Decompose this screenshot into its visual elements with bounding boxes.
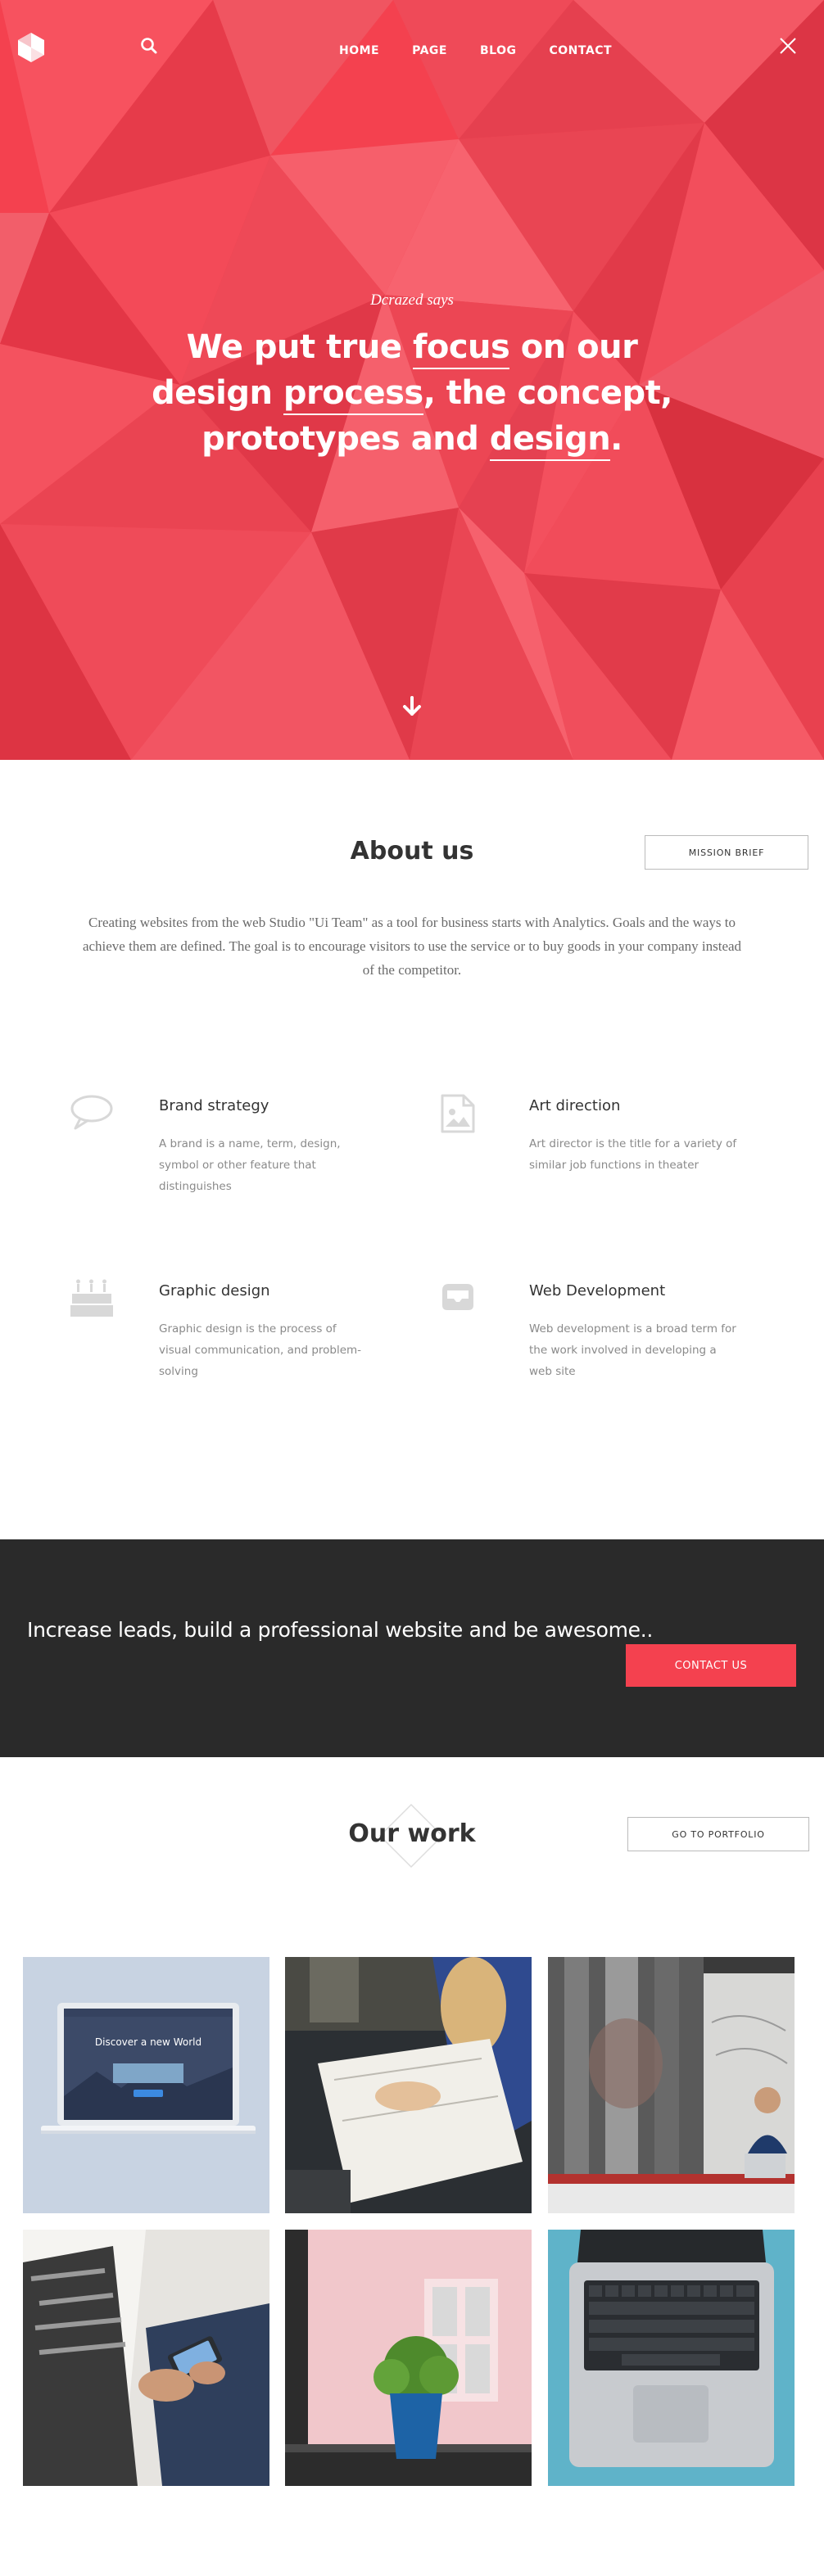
close-icon[interactable]	[778, 36, 798, 56]
about-text: Creating websites from the web Studio "U…	[82, 915, 742, 978]
go-to-portfolio-button[interactable]: GO TO PORTFOLIO	[627, 1817, 809, 1851]
service-text: A brand is a name, term, design, symbol …	[159, 1137, 341, 1193]
inbox-tray-icon	[441, 1279, 487, 1318]
portfolio-item-office-whiteboard[interactable]	[548, 1957, 795, 2213]
main-nav: HOME PAGE BLOG CONTACT	[339, 44, 645, 57]
service-title: Art direction	[529, 1097, 621, 1114]
contact-us-button[interactable]: CONTACT US	[626, 1644, 796, 1687]
arrow-down-icon[interactable]	[400, 694, 424, 719]
hero-headline: We put true focus on our design process,…	[123, 324, 701, 462]
cta-banner: Increase leads, build a professional web…	[0, 1539, 824, 1757]
cta-text: Increase leads, build a professional web…	[27, 1618, 654, 1642]
image-file-icon	[441, 1094, 487, 1133]
headline-focus-link: focus	[412, 328, 510, 369]
search-icon[interactable]	[139, 36, 159, 56]
portfolio-item-notebook-writing[interactable]	[285, 1957, 532, 2213]
mission-brief-button[interactable]: MISSION BRIEF	[645, 835, 808, 870]
speech-bubble-icon	[70, 1094, 116, 1133]
nav-page[interactable]: PAGE	[412, 44, 447, 57]
hero-section: HOME PAGE BLOG CONTACT Dcrazed says We p…	[0, 0, 824, 760]
service-text: Graphic design is the process of visual …	[159, 1322, 362, 1378]
portfolio-item-laptop-topview[interactable]	[548, 2230, 795, 2486]
headline-design-link: design	[489, 420, 611, 461]
service-title: Brand strategy	[159, 1097, 269, 1114]
mockup-title: Discover a new World	[95, 2036, 201, 2048]
portfolio-item-laptop-mockup[interactable]: Discover a new World	[23, 1957, 269, 2213]
service-text: Art director is the title for a variety …	[529, 1137, 737, 1172]
nav-contact[interactable]: CONTACT	[550, 44, 613, 57]
service-title: Web Development	[529, 1282, 666, 1299]
nav-home[interactable]: HOME	[339, 44, 379, 57]
birthday-cake-icon	[70, 1279, 116, 1318]
hero-kicker: Dcrazed says	[370, 291, 454, 309]
portfolio-item-window-plant[interactable]	[285, 2230, 532, 2486]
headline-process-link: process	[283, 374, 423, 415]
nav-blog[interactable]: BLOG	[480, 44, 517, 57]
service-text: Web development is a broad term for the …	[529, 1322, 736, 1378]
portfolio-item-phone-hands[interactable]	[23, 2230, 269, 2486]
brand-logo-icon[interactable]	[18, 33, 44, 62]
service-title: Graphic design	[159, 1282, 270, 1299]
